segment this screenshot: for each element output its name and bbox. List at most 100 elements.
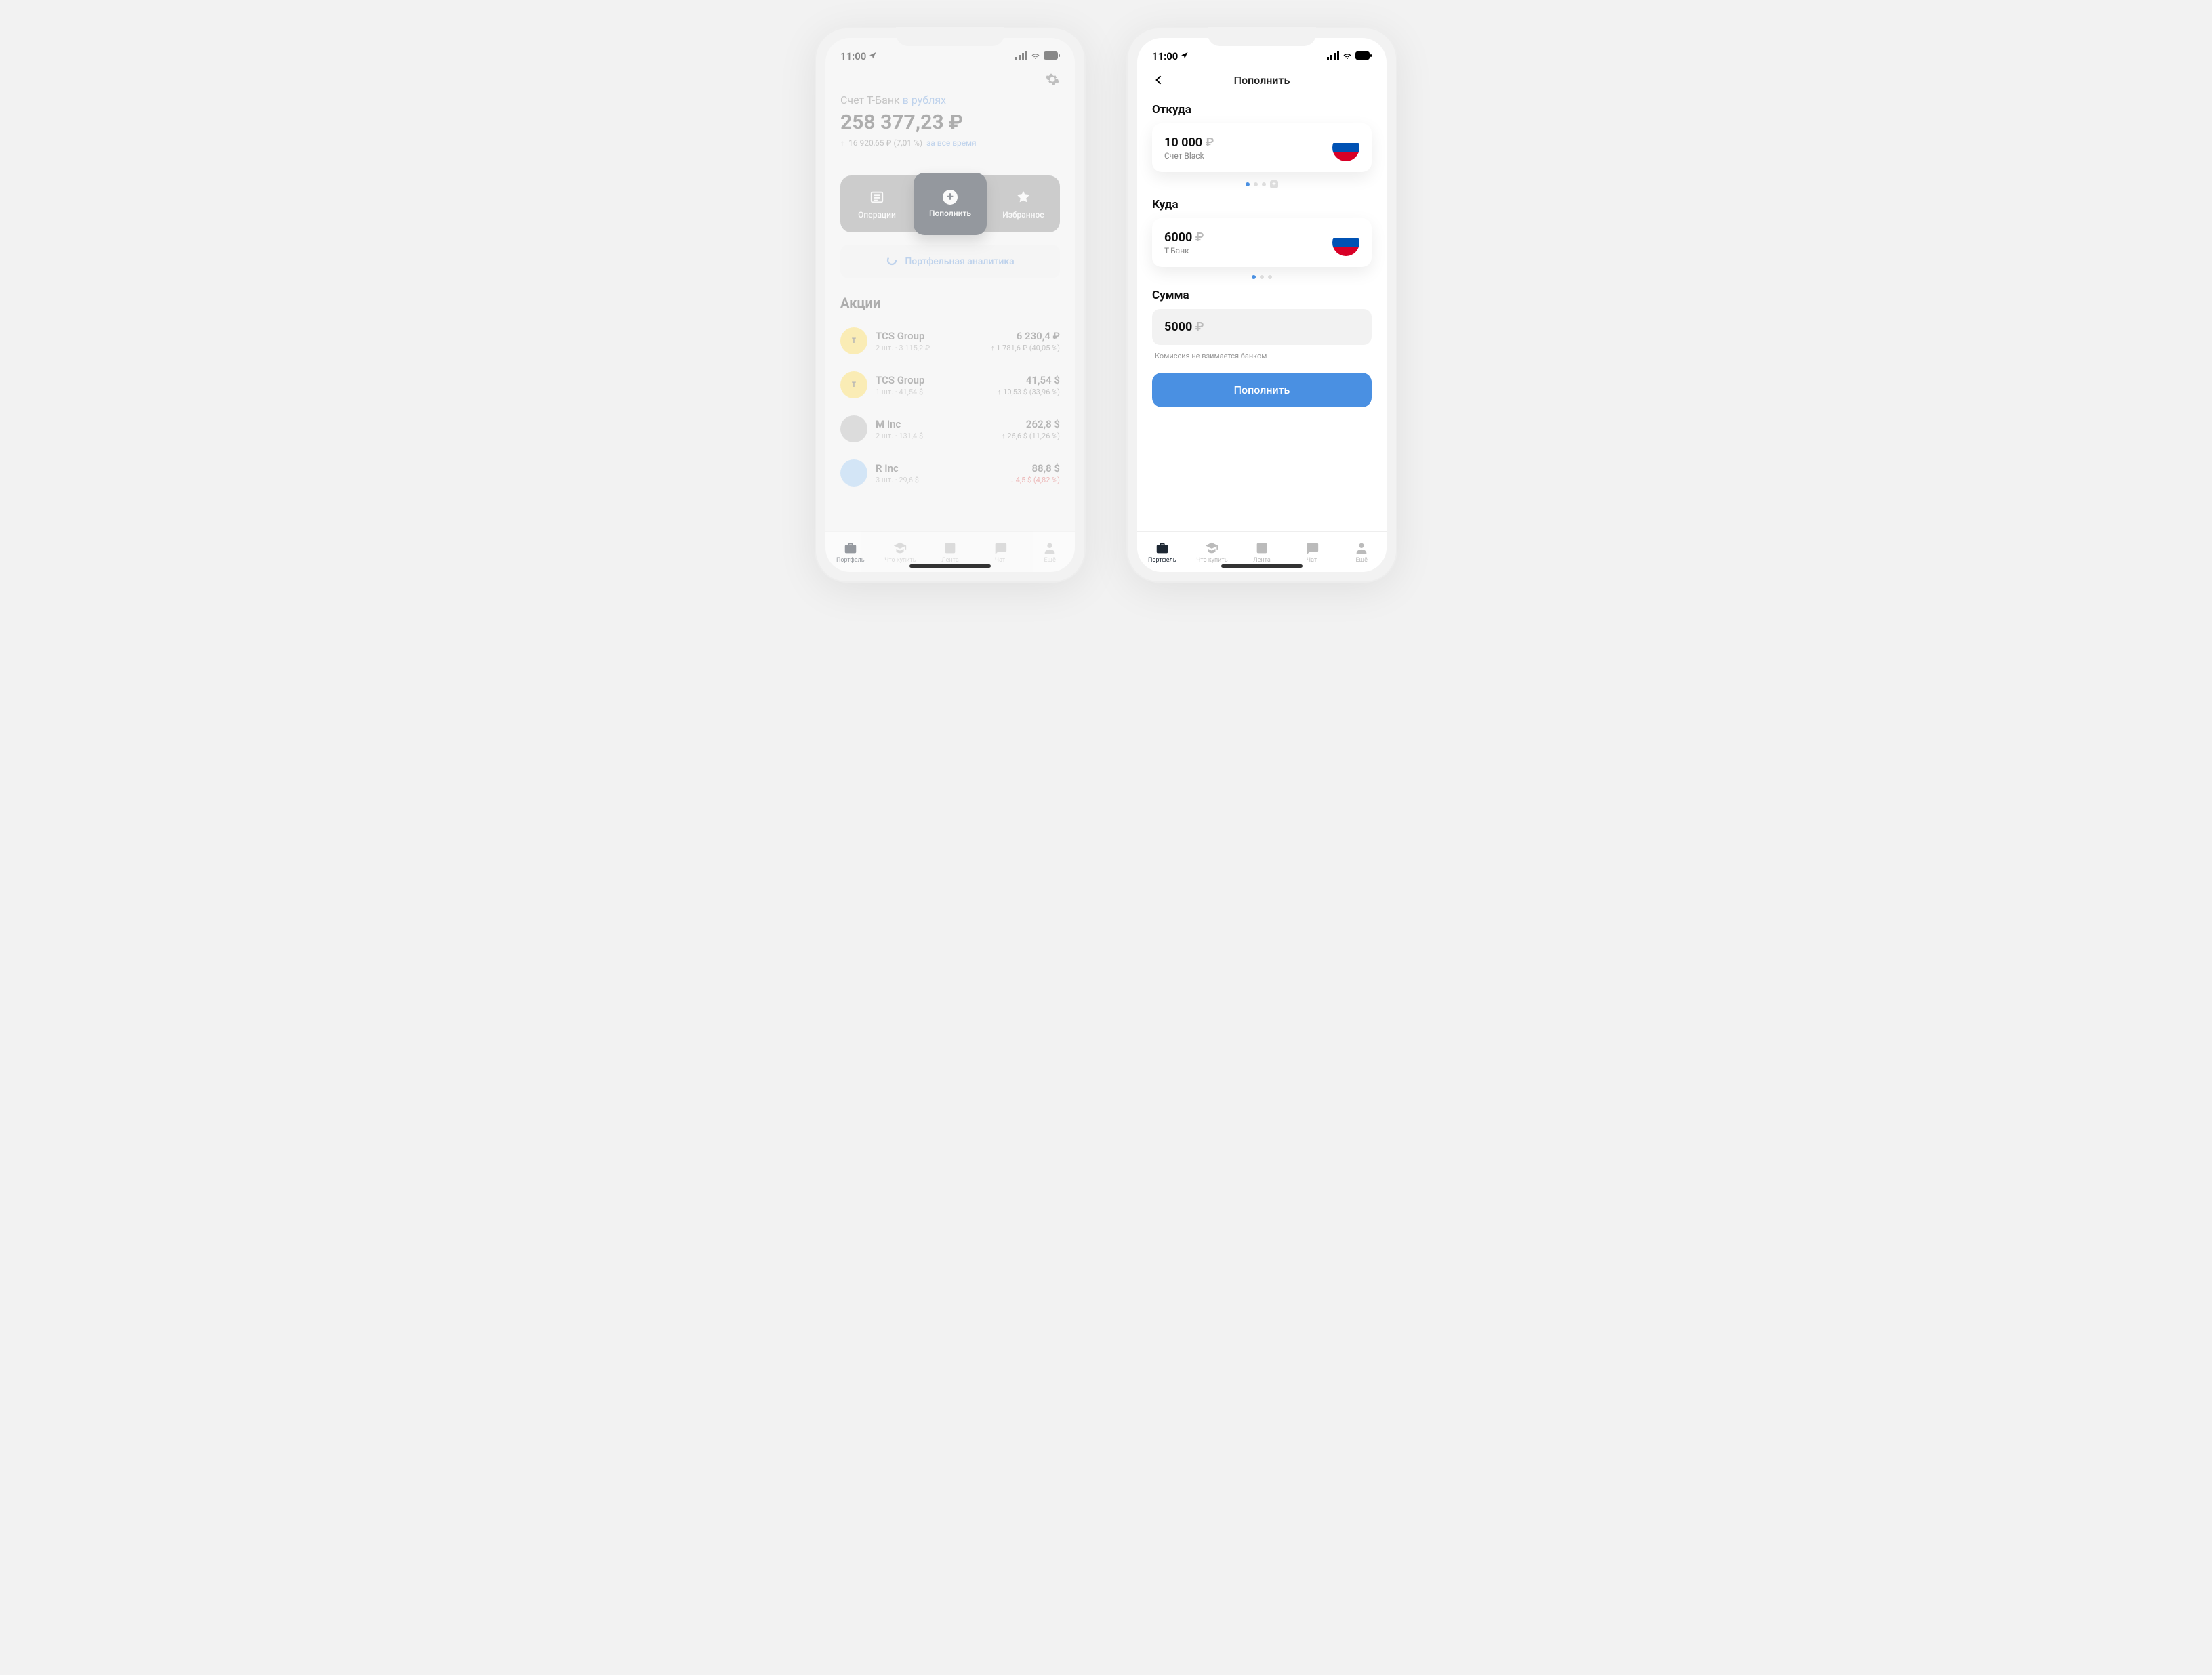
- notch: [1208, 27, 1316, 46]
- tab-feed-label: Лента: [941, 557, 959, 564]
- stock-price: 6 230,4 ₽: [991, 330, 1060, 342]
- to-account-name: Т-Банк: [1164, 246, 1204, 255]
- flag-ru-icon: [1332, 134, 1359, 161]
- chat-icon: [1305, 541, 1319, 556]
- briefcase-icon: [1155, 541, 1170, 556]
- tab-portfolio-label: Портфель: [1148, 557, 1176, 564]
- portfolio-analytics-button[interactable]: Портфельная аналитика: [840, 245, 1060, 278]
- fee-note: Комиссия не взимается банком: [1155, 352, 1369, 360]
- briefcase-icon: [843, 541, 858, 556]
- favorites-button[interactable]: Избранное: [987, 175, 1060, 232]
- topup-button[interactable]: + Пополнить: [914, 173, 987, 235]
- stock-row[interactable]: T TCS Group 2 шт. · 3 115,2 ₽ 6 230,4 ₽ …: [840, 319, 1060, 363]
- stock-price: 262,8 $: [1002, 418, 1060, 430]
- chat-icon: [993, 541, 1008, 556]
- from-account-card[interactable]: 10 000 ₽ Счет Black: [1152, 123, 1372, 172]
- chart-icon: [886, 254, 898, 269]
- star-icon: [1015, 188, 1032, 206]
- stock-row[interactable]: T TCS Group 1 шт. · 41,54 $ 41,54 $ ↑ 10…: [840, 363, 1060, 407]
- to-amount: 6000 ₽: [1164, 230, 1204, 245]
- phone-portfolio: 11:00 Счет Т-Банк в рублях 258 3: [815, 27, 1086, 583]
- location-arrow-icon: [1181, 50, 1189, 62]
- tab-chat-label: Чат: [1307, 557, 1317, 564]
- location-arrow-icon: [869, 50, 877, 62]
- nav-title: Пополнить: [1166, 74, 1358, 87]
- actions-row: Операции + Пополнить Избранное: [840, 175, 1060, 232]
- balance-delta: ↑ 16 920,65 ₽ (7,01 %) за все время: [840, 138, 1060, 148]
- stock-row[interactable]: M Inc 2 шт. · 131,4 $ 262,8 $ ↑ 26,6 $ (…: [840, 407, 1060, 451]
- wifi-icon: [1030, 50, 1041, 62]
- status-time: 11:00: [840, 50, 866, 62]
- account-currency-link[interactable]: в рублях: [903, 94, 946, 106]
- account-title: Счет Т-Банк в рублях: [840, 94, 1060, 106]
- operations-button[interactable]: Операции: [840, 175, 914, 232]
- graduation-icon: [1204, 541, 1219, 556]
- analytics-label: Портфельная аналитика: [905, 256, 1014, 267]
- tab-portfolio[interactable]: Портфель: [1137, 532, 1187, 572]
- stock-row[interactable]: R Inc 3 шт. · 29,6 $ 88,8 $ ↓ 4,5 $ (4,8…: [840, 451, 1060, 495]
- tab-chat-label: Чат: [995, 557, 1005, 564]
- home-indicator[interactable]: [1221, 564, 1303, 568]
- stock-name: R Inc: [876, 462, 1002, 474]
- account-label: Счет Т-Банк: [840, 94, 900, 106]
- stock-avatar: T: [840, 371, 867, 398]
- stock-sub: 3 шт. · 29,6 $: [876, 476, 1002, 484]
- sum-label: Сумма: [1152, 289, 1372, 302]
- submit-button[interactable]: Пополнить: [1152, 373, 1372, 407]
- battery-icon: [1044, 50, 1060, 62]
- stocks-list: T TCS Group 2 шт. · 3 115,2 ₽ 6 230,4 ₽ …: [840, 319, 1060, 495]
- home-indicator[interactable]: [909, 564, 991, 568]
- tab-buy-label: Что купить: [884, 557, 916, 564]
- stock-change: ↓ 4,5 $ (4,82 %): [1010, 476, 1061, 484]
- to-account-card[interactable]: 6000 ₽ Т-Банк: [1152, 218, 1372, 267]
- tab-portfolio-label: Портфель: [836, 557, 865, 564]
- stock-sub: 1 шт. · 41,54 $: [876, 388, 989, 396]
- tab-more[interactable]: Ещё: [1025, 532, 1075, 572]
- flag-ru-icon: [1332, 229, 1359, 256]
- from-label: Откуда: [1152, 103, 1372, 117]
- stock-name: TCS Group: [876, 374, 989, 386]
- person-icon: [1354, 541, 1369, 556]
- stock-change: ↑ 10,53 $ (33,96 %): [998, 388, 1060, 396]
- stocks-heading: Акции: [840, 295, 1060, 311]
- nav-header: Пополнить: [1152, 68, 1372, 96]
- tab-more-label: Ещё: [1355, 557, 1367, 564]
- person-icon: [1042, 541, 1057, 556]
- tab-portfolio[interactable]: Портфель: [825, 532, 876, 572]
- phone-topup: 11:00 Пополнить Откуда: [1126, 27, 1397, 583]
- stock-name: M Inc: [876, 418, 994, 430]
- to-label: Куда: [1152, 198, 1372, 211]
- graduation-icon: [893, 541, 907, 556]
- from-pager[interactable]: +: [1152, 172, 1372, 191]
- stock-price: 88,8 $: [1010, 462, 1061, 474]
- delta-value: 16 920,65 ₽ (7,01 %): [848, 138, 922, 148]
- back-button[interactable]: [1152, 73, 1166, 87]
- from-amount: 10 000 ₽: [1164, 136, 1214, 150]
- stock-sub: 2 шт. · 131,4 $: [876, 432, 994, 440]
- account-balance: 258 377,23 ₽: [840, 110, 1060, 134]
- stock-avatar: [840, 415, 867, 442]
- delta-period[interactable]: за все время: [926, 138, 977, 148]
- notch: [896, 27, 1004, 46]
- plus-icon: +: [943, 190, 958, 205]
- operations-label: Операции: [858, 210, 896, 220]
- stock-price: 41,54 $: [998, 374, 1060, 386]
- battery-icon: [1355, 50, 1372, 62]
- gear-icon[interactable]: [1045, 72, 1060, 87]
- stock-change: ↑ 1 781,6 ₽ (40,05 %): [991, 344, 1060, 352]
- tab-buy-label: Что купить: [1196, 557, 1227, 564]
- tab-more-label: Ещё: [1044, 557, 1055, 564]
- amount-input[interactable]: 5000 ₽: [1152, 309, 1372, 345]
- stock-name: TCS Group: [876, 330, 983, 342]
- list-icon: [868, 188, 886, 206]
- stock-avatar: T: [840, 327, 867, 354]
- cellular-icon: [1327, 50, 1339, 62]
- tab-more[interactable]: Ещё: [1336, 532, 1387, 572]
- stock-sub: 2 шт. · 3 115,2 ₽: [876, 344, 983, 352]
- feed-icon: [1254, 541, 1269, 556]
- topup-label: Пополнить: [929, 209, 971, 218]
- stock-change: ↑ 26,6 $ (11,26 %): [1002, 432, 1060, 440]
- favorites-label: Избранное: [1002, 210, 1044, 220]
- feed-icon: [943, 541, 958, 556]
- to-pager[interactable]: [1152, 267, 1372, 282]
